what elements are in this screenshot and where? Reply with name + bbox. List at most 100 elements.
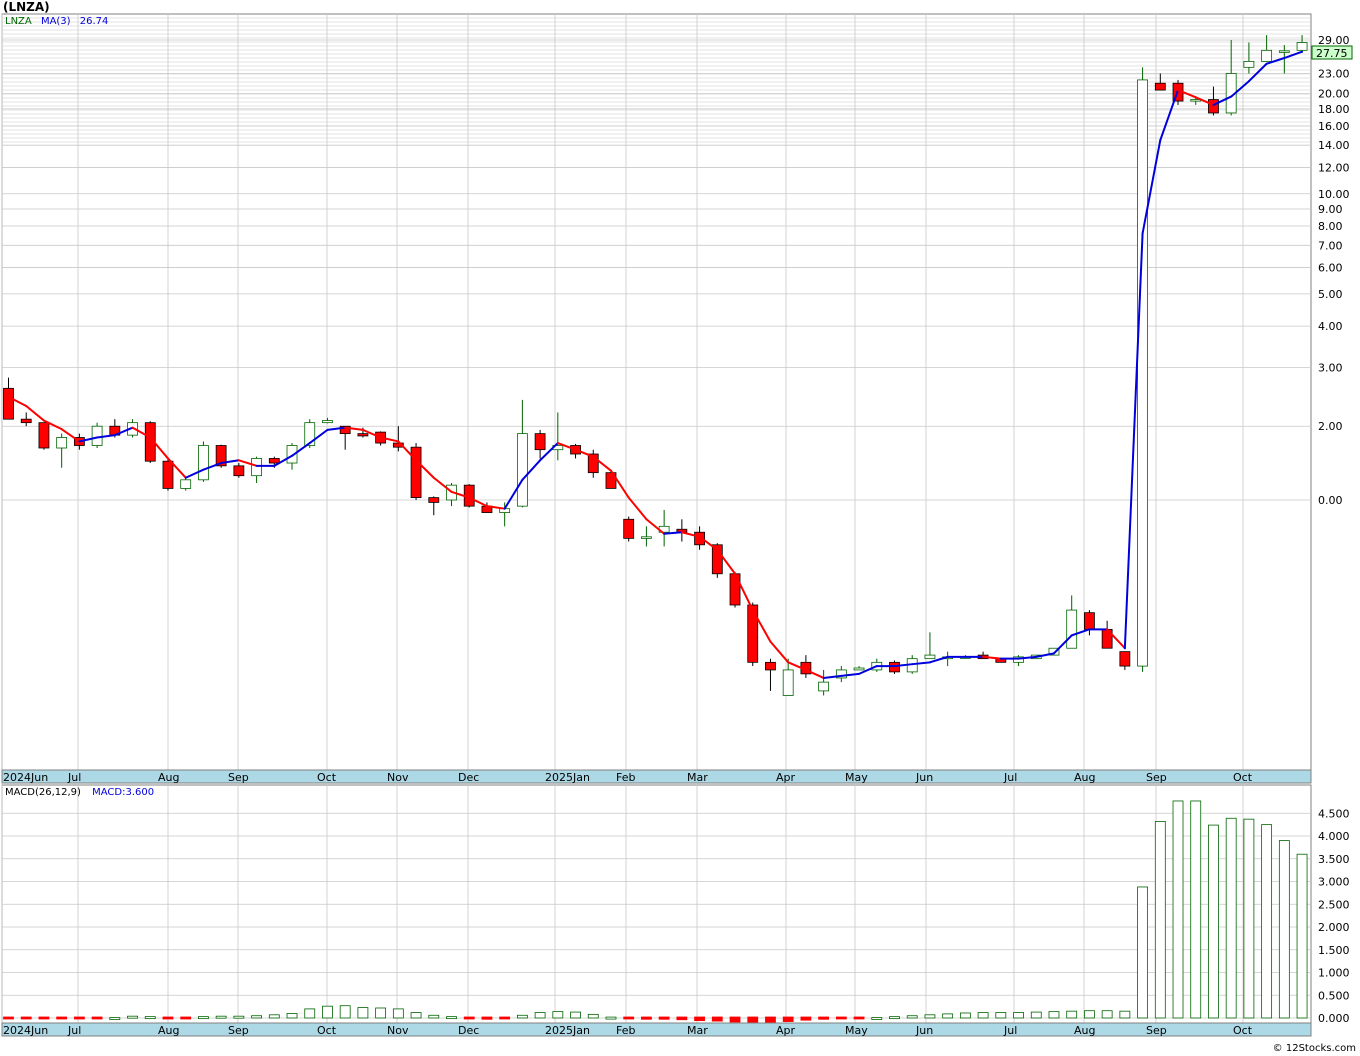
macd-x-tick: Oct bbox=[317, 1024, 337, 1037]
candle-body bbox=[410, 446, 422, 499]
macd-y-tick: 1.500 bbox=[1318, 944, 1350, 957]
candle-body bbox=[3, 387, 14, 420]
macd-bar bbox=[1243, 818, 1255, 1019]
macd-bar bbox=[463, 1016, 475, 1020]
macd-bar bbox=[1066, 1010, 1078, 1019]
macd-bar bbox=[322, 1005, 333, 1019]
macd-bar bbox=[818, 1016, 830, 1020]
macd-bar bbox=[144, 1016, 156, 1020]
candle-body bbox=[623, 518, 635, 539]
price-x-tick: Jul bbox=[67, 771, 81, 784]
price-x-tick: Dec bbox=[458, 771, 479, 784]
macd-bar bbox=[977, 1012, 989, 1019]
macd-bar bbox=[1119, 1010, 1131, 1019]
candle-body bbox=[233, 465, 245, 477]
symbol-title: (LNZA) bbox=[3, 0, 50, 14]
macd-bar bbox=[871, 1017, 883, 1020]
candle-body bbox=[747, 604, 759, 663]
macd-bar bbox=[1154, 821, 1166, 1019]
candle-body bbox=[38, 422, 50, 449]
macd-bar bbox=[800, 1016, 812, 1021]
macd-x-tick: Jul bbox=[67, 1024, 81, 1037]
macd-bar bbox=[162, 1016, 174, 1020]
price-x-tick: Aug bbox=[1074, 771, 1095, 784]
macd-bar bbox=[1030, 1011, 1042, 1019]
candle-body bbox=[516, 433, 528, 507]
macd-bar bbox=[339, 1005, 351, 1019]
legend-ma-label: MA(3) bbox=[41, 16, 71, 27]
stock-chart: (LNZA) 29.00 23.00 20.00 18.00 16.00 14.00 12.… bbox=[0, 0, 1360, 1056]
macd-bar bbox=[747, 1016, 759, 1023]
macd-bar bbox=[304, 1008, 316, 1019]
macd-bar bbox=[889, 1016, 900, 1020]
price-y-tick: 6.00 bbox=[1318, 262, 1343, 275]
macd-bar bbox=[835, 1016, 847, 1020]
macd-bar bbox=[587, 1013, 599, 1019]
macd-bar bbox=[268, 1014, 280, 1019]
macd-y-tick: 3.000 bbox=[1318, 876, 1350, 889]
candle-body bbox=[1066, 609, 1078, 649]
price-x-tick: Oct bbox=[317, 771, 337, 784]
macd-bar bbox=[906, 1015, 918, 1019]
candle-body bbox=[1084, 612, 1095, 630]
macd-x-tick: Mar bbox=[687, 1024, 708, 1037]
candle-body bbox=[180, 479, 192, 489]
price-y-tick: 10.00 bbox=[1318, 188, 1350, 201]
macd-bar bbox=[109, 1017, 121, 1020]
candle-body bbox=[162, 460, 174, 489]
macd-bar bbox=[1013, 1012, 1024, 1019]
macd-bar bbox=[1296, 853, 1308, 1019]
candle-body bbox=[1261, 49, 1273, 62]
price-x-tick: May bbox=[845, 771, 868, 784]
last-price-value: 27.75 bbox=[1316, 47, 1348, 60]
candle-body bbox=[1154, 82, 1166, 91]
legend-ma-value: 26.74 bbox=[80, 16, 109, 27]
macd-bar bbox=[1084, 1010, 1095, 1019]
price-x-tick: Apr bbox=[776, 771, 796, 784]
macd-bar bbox=[1137, 886, 1148, 1019]
legend-macd-label: MACD(26,12,9) bbox=[5, 787, 81, 798]
macd-x-tick: Dec bbox=[458, 1024, 479, 1037]
price-x-tick: Nov bbox=[387, 771, 409, 784]
macd-bar bbox=[641, 1016, 652, 1020]
price-x-tick: 2024Jun bbox=[3, 771, 48, 784]
candle-body bbox=[782, 669, 794, 696]
candle-body bbox=[357, 433, 369, 437]
price-y-tick: 0.00 bbox=[1318, 494, 1343, 507]
macd-y-tick: 2.000 bbox=[1318, 921, 1350, 934]
macd-bar bbox=[375, 1007, 387, 1019]
macd-y-tick: 0.000 bbox=[1318, 1012, 1350, 1025]
candle-body bbox=[20, 418, 32, 424]
candle-body bbox=[1119, 651, 1131, 667]
price-x-tick: Jun bbox=[915, 771, 933, 784]
macd-bar bbox=[729, 1016, 741, 1023]
macd-y-tick: 1.000 bbox=[1318, 967, 1350, 980]
price-panel bbox=[1, 13, 1312, 771]
macd-y-tick: 0.500 bbox=[1318, 989, 1350, 1002]
price-x-tick: Mar bbox=[687, 771, 708, 784]
candle-body bbox=[251, 458, 262, 477]
macd-x-tick: 2025Jan bbox=[545, 1024, 590, 1037]
macd-bar bbox=[1190, 800, 1202, 1019]
candle-body bbox=[534, 433, 546, 451]
candle-body bbox=[818, 681, 830, 692]
macd-y-tick: 3.500 bbox=[1318, 853, 1350, 866]
macd-bar bbox=[924, 1014, 936, 1019]
macd-bar bbox=[1278, 840, 1290, 1019]
macd-x-tick: Feb bbox=[616, 1024, 635, 1037]
macd-bar bbox=[1225, 817, 1237, 1019]
candle-body bbox=[1278, 50, 1290, 53]
macd-bar bbox=[658, 1016, 670, 1020]
macd-bar bbox=[56, 1016, 68, 1020]
price-y-tick: 9.00 bbox=[1318, 203, 1343, 216]
macd-x-tick: Oct bbox=[1233, 1024, 1253, 1037]
macd-bar bbox=[481, 1016, 493, 1020]
price-y-tick: 4.00 bbox=[1318, 320, 1343, 333]
macd-bar bbox=[1261, 824, 1273, 1019]
price-y-tick: 18.00 bbox=[1318, 103, 1350, 116]
candle-body bbox=[889, 661, 900, 673]
candle-body bbox=[1137, 79, 1148, 667]
macd-bar bbox=[286, 1013, 298, 1019]
macd-bar bbox=[534, 1012, 546, 1019]
candle-body bbox=[268, 458, 280, 464]
